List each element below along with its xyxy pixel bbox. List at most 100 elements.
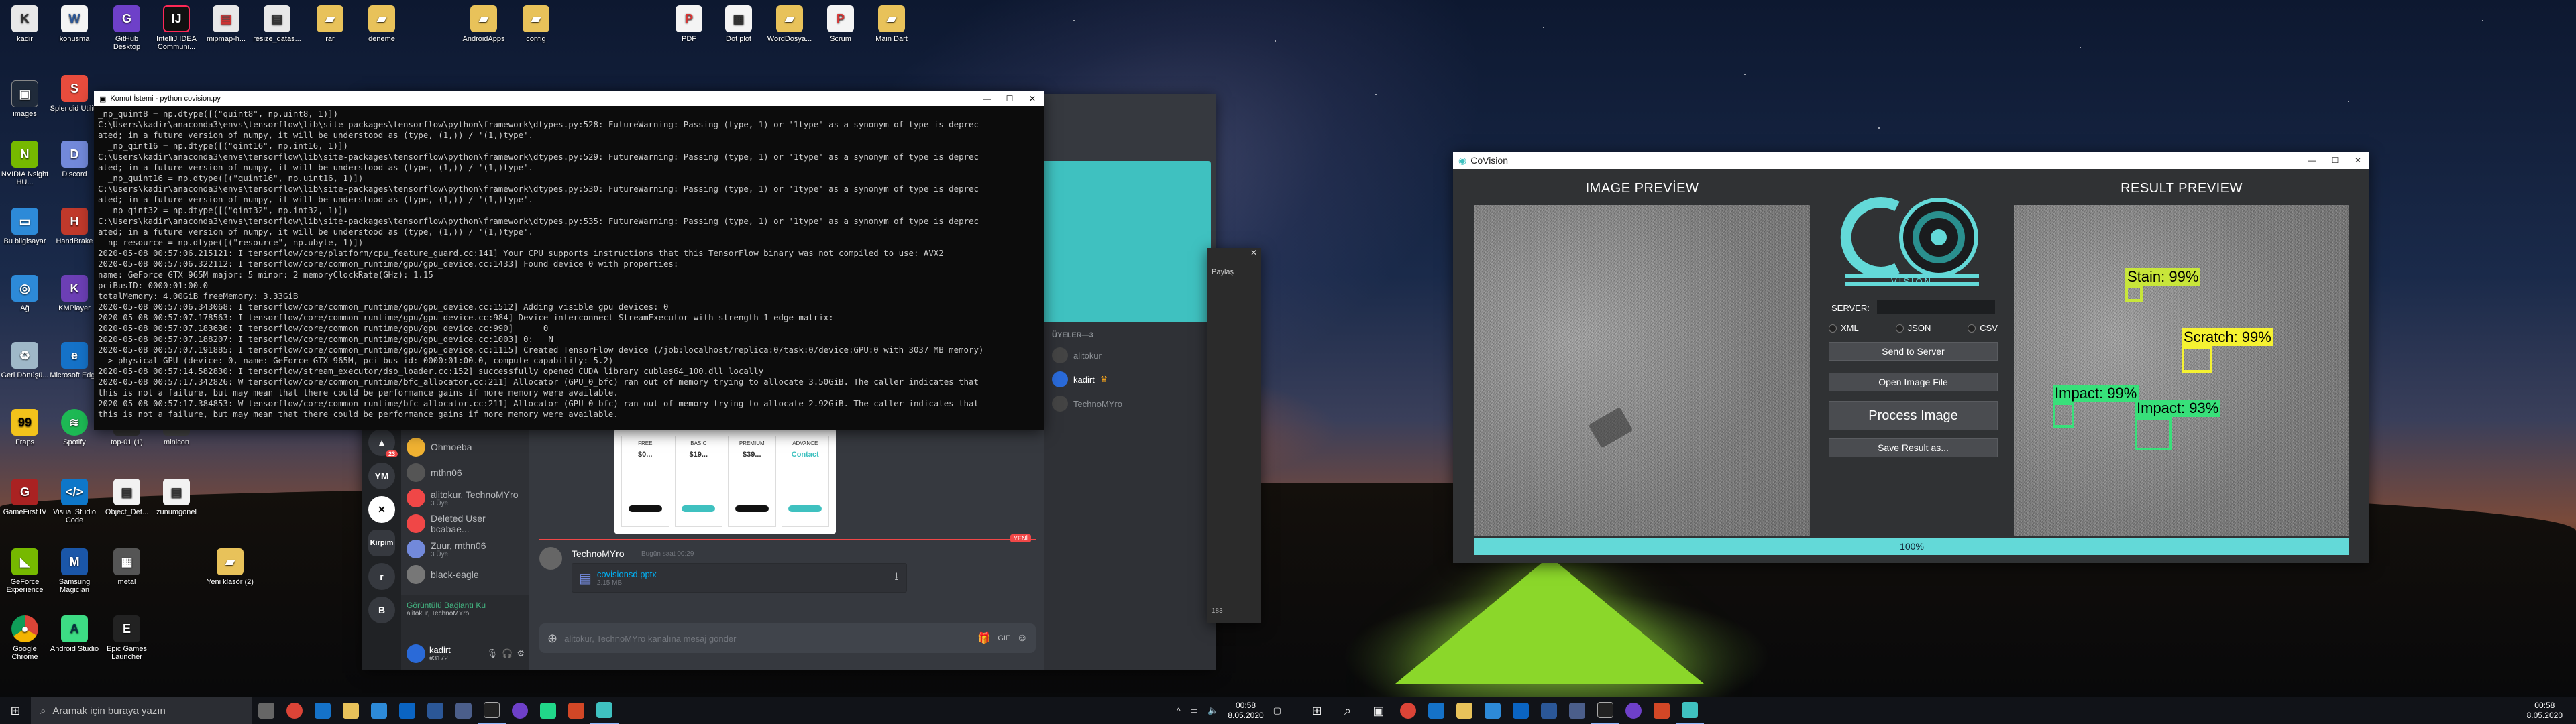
desktop-icon-config[interactable]: ▰ config (511, 5, 561, 43)
member-item[interactable]: alitokur (1044, 343, 1216, 367)
desktop-icon-vscode[interactable]: </> Visual Studio Code (50, 479, 99, 524)
taskbar-clock-right[interactable]: 00:58 8.05.2020 (2527, 701, 2576, 721)
desktop-icon-gamefirst[interactable]: G GameFirst IV (0, 479, 50, 516)
dm-item[interactable]: Zuur, mthn06 3 Üye (407, 536, 525, 562)
server-icon[interactable]: B (368, 597, 395, 623)
taskbar-app-photos[interactable] (449, 697, 478, 724)
taskbar-app-task-view[interactable] (252, 697, 280, 724)
taskbar-app-powerpoint[interactable] (1648, 697, 1676, 724)
desktop-icon-scrum[interactable]: P Scrum (816, 5, 865, 43)
member-item[interactable]: kadirt ♛ (1044, 367, 1216, 391)
taskbar-app-mail[interactable] (393, 697, 421, 724)
add-attachment-icon[interactable]: ⊕ (547, 631, 557, 646)
radio-csv[interactable]: CSV (1968, 323, 1998, 333)
taskbar-app-chrome[interactable] (280, 697, 309, 724)
search-icon[interactable]: ⌕ (1332, 697, 1363, 724)
taskbar-search[interactable]: ⌕ Aramak için buraya yazın (31, 697, 252, 724)
desktop-icon-images[interactable]: ▣ images (0, 80, 50, 118)
desktop-icon-spotify[interactable]: ≋ Spotify (50, 409, 99, 446)
dm-item[interactable]: black-eagle (407, 562, 525, 587)
taskbar-app-pycharm[interactable] (534, 697, 562, 724)
taskbar-app-github[interactable] (1619, 697, 1648, 724)
desktop-icon-samsung-magician[interactable]: M Samsung Magician (50, 548, 99, 594)
minimize-icon[interactable]: — (2301, 153, 2324, 168)
gif-icon[interactable]: GIF (998, 634, 1010, 642)
desktop-icon-edge[interactable]: e Microsoft Edge (50, 342, 99, 379)
process-image-button[interactable]: Process Image (1829, 401, 1998, 430)
minimize-icon[interactable]: — (975, 91, 998, 106)
radio-json[interactable]: JSON (1895, 323, 1931, 333)
taskbar-app-covision[interactable] (1676, 697, 1704, 724)
taskbar-app-photos[interactable] (1563, 697, 1591, 724)
close-icon[interactable]: ✕ (2347, 153, 2369, 168)
task-view-icon[interactable]: ▣ (1363, 697, 1394, 724)
desktop-icon-geforce-experience[interactable]: ◣ GeForce Experience (0, 548, 50, 594)
message-author[interactable]: TechnoMYro (572, 548, 625, 559)
desktop-icon-mipmap[interactable]: ▤ mipmap-h... (201, 5, 251, 43)
desktop-icon-androidapps[interactable]: ▰ AndroidApps (459, 5, 508, 43)
server-icon[interactable]: ▲ 23 (368, 429, 398, 457)
desktop-icon-network[interactable]: ◎ Ağ (0, 275, 50, 312)
share-label[interactable]: Paylaş (1208, 263, 1261, 282)
taskbar-clock-left[interactable]: 00:58 8.05.2020 (1228, 701, 1263, 721)
taskbar-app-edge[interactable] (1422, 697, 1450, 724)
radio-xml[interactable]: XML (1829, 323, 1859, 333)
start-windows-icon[interactable]: ⊞ (1301, 697, 1332, 724)
taskbar-app-covision[interactable] (590, 697, 619, 724)
desktop-icon-recycle-bin[interactable]: ♻ Geri Dönüşü... (0, 342, 50, 379)
desktop-icon-discord[interactable]: D Discord (50, 141, 99, 178)
result-preview[interactable]: Stain: 99% Scratch: 99% Impact: 99% Impa… (2014, 205, 2349, 536)
message-input[interactable]: ⊕ alitokur, TechnoMYro kanalına mesaj gö… (539, 623, 1036, 653)
desktop-icon-resize[interactable]: ▤ resize_datas... (252, 5, 302, 43)
desktop-icon-zunumgonel[interactable]: ▤ zunumgonel (152, 479, 201, 516)
taskbar-app-store[interactable] (1479, 697, 1507, 724)
terminal-output[interactable]: _np_quint8 = np.dtype([("quint8", np.uin… (94, 106, 1044, 430)
desktop-icon-new-folder-2[interactable]: ▰ Yeni klasör (2) (205, 548, 255, 586)
embed-preview-teal[interactable] (1040, 161, 1211, 332)
open-image-file-button[interactable]: Open Image File (1829, 373, 1998, 391)
desktop-icon-deneme[interactable]: ▰ deneme (357, 5, 407, 43)
desktop-icon-intellij[interactable]: IJ IntelliJ IDEA Communi... (152, 5, 201, 51)
desktop-icon-kadir[interactable]: Kkadir (0, 5, 50, 43)
desktop-icon-epic-games[interactable]: E Epic Games Launcher (102, 615, 152, 661)
taskbar-app-store[interactable] (365, 697, 393, 724)
maximize-icon[interactable]: ☐ (2324, 153, 2347, 168)
desktop-icon-github[interactable]: G GitHub Desktop (102, 5, 152, 51)
avatar[interactable] (539, 547, 562, 570)
dm-item[interactable]: Ohmoeba (407, 434, 525, 460)
desktop-icon-konusma[interactable]: Wkonusma (50, 5, 99, 43)
covision-titlebar[interactable]: ◉ CoVision — ☐ ✕ (1453, 152, 2369, 169)
notification-icon[interactable]: ▢ (1273, 705, 1281, 716)
server-icon-kirpim[interactable]: Kirpim (368, 530, 395, 556)
save-result-button[interactable]: Save Result as... (1829, 438, 1998, 457)
volume-icon[interactable]: 🔈 (1208, 705, 1218, 716)
server-icon-ym[interactable]: YM (368, 463, 395, 489)
taskbar-app-github[interactable] (506, 697, 534, 724)
taskbar-app-explorer[interactable] (1450, 697, 1479, 724)
taskbar-app-powerpoint[interactable] (562, 697, 590, 724)
desktop-icon-dot-plot[interactable]: ▦ Dot plot (714, 5, 763, 43)
desktop-icon-this-pc[interactable]: ▭ Bu bilgisayar (0, 208, 50, 245)
server-input[interactable] (1877, 300, 1995, 314)
desktop-icon-handbrake[interactable]: H HandBrake (50, 208, 99, 245)
maximize-icon[interactable]: ☐ (998, 91, 1021, 106)
image-attachment-pricing[interactable]: FREE $0... BASIC $19... PREMIUM $39... ADVA… (614, 429, 836, 534)
dm-item[interactable]: Deleted User bcabae... (407, 511, 525, 536)
settings-gear-icon[interactable]: ⚙ (517, 648, 525, 659)
desktop-icon-pdf[interactable]: P PDF (664, 5, 714, 43)
terminal-titlebar[interactable]: ▣ Komut İstemi - python covision.py — ☐ … (94, 91, 1044, 106)
dm-item[interactable]: alitokur, TechnoMYro 3 Üye (407, 485, 525, 511)
desktop-icon-fraps[interactable]: 99 Fraps (0, 409, 50, 446)
gift-icon[interactable]: 🎁 (977, 631, 991, 645)
start-windows-icon[interactable]: ⊞ (0, 697, 31, 724)
file-attachment[interactable]: ▤ covisionsd.pptx 2.15 MB ⭳ (572, 563, 907, 593)
attachment-name[interactable]: covisionsd.pptx (597, 569, 657, 579)
desktop-icon-splendid[interactable]: S Splendid Utility (50, 75, 99, 113)
avatar[interactable] (407, 644, 425, 663)
download-icon[interactable]: ⭳ (894, 569, 898, 587)
desktop-icon-kmplayer[interactable]: K KMPlayer (50, 275, 99, 312)
tray-chevron-icon[interactable]: ^ (1177, 706, 1181, 716)
taskbar-app-word[interactable] (421, 697, 449, 724)
image-preview[interactable] (1474, 205, 1810, 536)
taskbar-app-terminal[interactable] (1591, 697, 1619, 724)
